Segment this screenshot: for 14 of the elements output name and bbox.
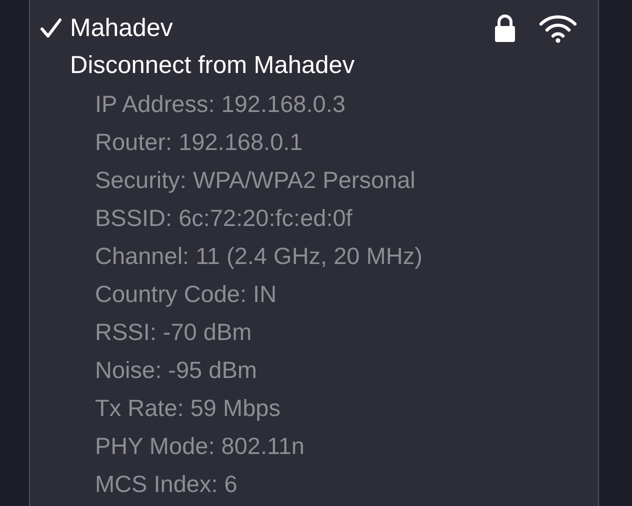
network-detail: Security: WPA/WPA2 Personal [95,166,416,194]
network-detail: Router: 192.168.0.1 [95,128,303,156]
network-detail: IP Address: 192.168.0.3 [95,90,346,118]
network-name[interactable]: Mahadev [70,14,173,42]
network-detail: RSSI: -70 dBm [95,318,252,346]
network-detail: BSSID: 6c:72:20:fc:ed:0f [95,204,352,232]
network-detail: MCS Index: 6 [95,470,238,498]
wifi-icon [538,13,578,43]
network-detail: Channel: 11 (2.4 GHz, 20 MHz) [95,242,422,270]
network-detail: Noise: -95 dBm [95,356,257,384]
disconnect-menu-item[interactable]: Disconnect from Mahadev [70,52,355,80]
network-detail: Tx Rate: 59 Mbps [95,394,280,422]
network-detail: Country Code: IN [95,280,277,308]
network-detail: PHY Mode: 802.11n [95,432,304,460]
